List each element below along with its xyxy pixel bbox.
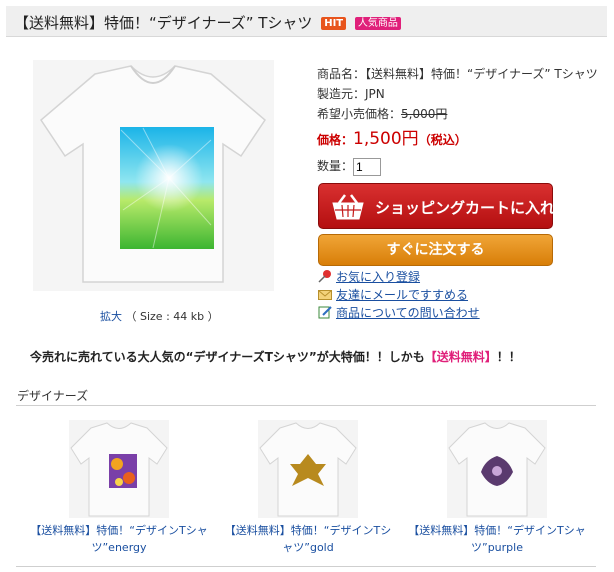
inquiry-link[interactable]: 商品についての問い合わせ — [318, 304, 480, 322]
related-caption-line1: 【送料無料】特価！“デザインTシ — [224, 524, 392, 537]
promo-tail: ！！ — [496, 350, 521, 364]
note-edit-icon — [318, 306, 332, 319]
price-value: 1,500円 — [353, 129, 419, 149]
promo-text: 今売れに売れている大人気の“デザイナーズTシャツ”が大特価！！しかも【送料無料】… — [30, 348, 521, 365]
product-name-value: 【送料無料】特価！“デザイナーズ” Tシャツ — [365, 67, 598, 81]
related-caption[interactable]: 【送料無料】特価！“デザインTシ ャツ”gold — [213, 522, 403, 556]
list-price-value: 5,000円 — [401, 107, 448, 121]
related-thumb[interactable] — [447, 420, 547, 518]
quantity-input[interactable] — [353, 157, 382, 176]
maker-value: JPN — [365, 87, 385, 101]
zoom-link[interactable]: 拡大 — [100, 310, 122, 323]
related-caption-line1: 【送料無料】特価！“デザインTシャ — [408, 524, 586, 537]
price-label: 価格： — [317, 133, 354, 147]
list-price-label: 希望小売価格： — [317, 107, 402, 121]
add-to-cart-button[interactable]: ショッピングカートに入れる — [318, 183, 570, 229]
related-caption-line2: ャツ”gold — [282, 541, 334, 554]
shopping-basket-icon — [332, 194, 364, 220]
price-row: 価格：1,500円（税込） — [317, 124, 598, 154]
maker-row: 製造元：JPN — [317, 84, 598, 104]
bottom-divider — [16, 566, 596, 567]
related-caption[interactable]: 【送料無料】特価！“デザインTシャ ツ”purple — [402, 522, 592, 556]
product-info: 商品名：【送料無料】特価！“デザイナーズ” Tシャツ 製造元：JPN 希望小売価… — [317, 64, 598, 180]
maker-label: 製造元： — [317, 87, 366, 101]
popular-badge: 人気商品 — [354, 17, 401, 30]
quantity-label: 数量： — [317, 159, 354, 173]
related-product-energy[interactable]: 【送料無料】特価！“デザインTシャ ツ”energy — [24, 420, 214, 556]
section-divider — [16, 405, 596, 406]
product-name-row: 商品名：【送料無料】特価！“デザイナーズ” Tシャツ — [317, 64, 598, 84]
related-thumb[interactable] — [69, 420, 169, 518]
hit-badge: HIT — [321, 17, 347, 30]
product-name-label: 商品名： — [317, 67, 366, 81]
inquiry-link-label: 商品についての問い合わせ — [336, 306, 480, 320]
related-caption[interactable]: 【送料無料】特価！“デザインTシャ ツ”energy — [24, 522, 214, 556]
favorite-link-label: お気に入り登録 — [336, 270, 421, 284]
image-size-info: （ Size : 44 kb ） — [125, 310, 219, 323]
buy-now-button[interactable]: すぐに注文する — [318, 234, 553, 266]
related-caption-line1: 【送料無料】特価！“デザインTシャ — [30, 524, 208, 537]
related-thumb[interactable] — [258, 420, 358, 518]
add-to-cart-label: ショッピングカートに入れる — [375, 199, 571, 217]
favorite-link[interactable]: お気に入り登録 — [318, 268, 480, 286]
related-caption-line2: ツ”energy — [91, 541, 147, 554]
envelope-icon — [318, 290, 332, 300]
tax-label: （税込） — [418, 133, 467, 147]
zoom-area: 拡大 （ Size : 44 kb ） — [100, 308, 219, 324]
page-title: 【送料無料】特価！“デザイナーズ” Tシャツ HIT 人気商品 — [14, 12, 401, 33]
related-product-gold[interactable]: 【送料無料】特価！“デザインTシ ャツ”gold — [213, 420, 403, 556]
related-caption-line2: ツ”purple — [471, 541, 523, 554]
page-title-text: 【送料無料】特価！“デザイナーズ” Tシャツ — [14, 14, 313, 32]
quantity-row: 数量： — [317, 154, 598, 180]
tshirt-image — [40, 65, 266, 283]
title-bar: 【送料無料】特価！“デザイナーズ” Tシャツ HIT 人気商品 — [6, 6, 607, 37]
promo-main: 今売れに売れている大人気の“デザイナーズTシャツ”が大特価！！しかも — [30, 350, 425, 364]
pin-icon — [318, 270, 331, 283]
related-section-title: デザイナーズ — [17, 389, 89, 403]
product-main-image[interactable] — [33, 60, 274, 291]
promo-highlight: 【送料無料】 — [424, 350, 497, 364]
related-product-purple[interactable]: 【送料無料】特価！“デザインTシャ ツ”purple — [402, 420, 592, 556]
email-friend-link[interactable]: 友達にメールですすめる — [318, 286, 480, 304]
list-price-row: 希望小売価格：5,000円 — [317, 104, 598, 124]
product-links: お気に入り登録 友達にメールですすめる 商品についての問い合わせ — [318, 268, 480, 322]
email-friend-link-label: 友達にメールですすめる — [336, 288, 469, 302]
